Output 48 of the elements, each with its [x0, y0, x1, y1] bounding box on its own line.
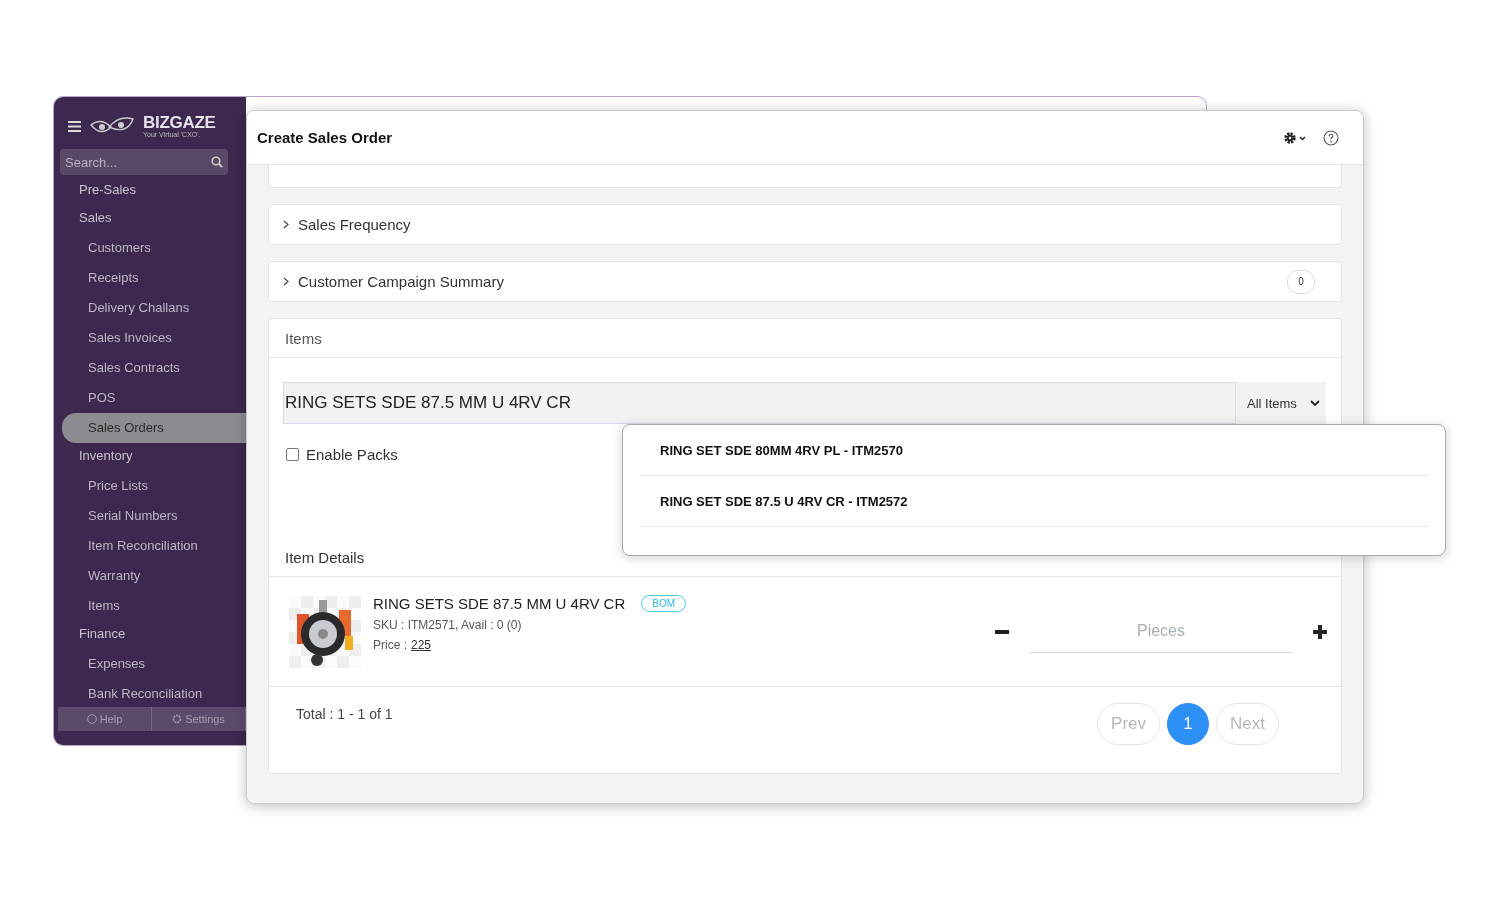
settings-icon[interactable] [1283, 130, 1307, 145]
filter-dropdown[interactable]: All Items [1236, 382, 1326, 424]
dialog-title: Create Sales Order [257, 129, 394, 146]
price-label: Price : [373, 638, 407, 652]
sidebar-item[interactable]: Sales Orders [62, 413, 246, 443]
card-title: Items [269, 319, 1341, 358]
sidebar-item[interactable]: Customers [54, 233, 246, 263]
collapsible-section[interactable]: Sales Frequency [268, 204, 1342, 245]
sidebar-item[interactable]: POS [54, 383, 246, 413]
sidebar-item[interactable]: Items [54, 591, 246, 621]
logo-name: BIZGAZE [143, 114, 216, 131]
sidebar-group[interactable]: Finance [54, 621, 246, 649]
enable-packs-checkbox[interactable]: Enable Packs [286, 446, 398, 463]
caret-icon [1310, 399, 1320, 407]
sidebar-group[interactable]: Inventory [54, 443, 246, 471]
minus-icon[interactable] [995, 629, 1009, 634]
search-icon[interactable] [211, 156, 223, 168]
count-badge: 0 [1287, 269, 1315, 294]
sidebar-item[interactable]: Item Reconciliation [54, 531, 246, 561]
price-link[interactable]: 225 [411, 638, 432, 652]
item-name: RING SETS SDE 87.5 MM U 4RV CR [373, 595, 626, 612]
suggestion-item[interactable]: RING SET SDE 80MM 4RV PL - ITM2570 [640, 425, 1429, 476]
chevron-icon [283, 277, 289, 286]
item-search-field[interactable]: RING SETS SDE 87.5 MM U 4RV CR [283, 382, 1236, 424]
total-count: Total : 1 - 1 of 1 [296, 706, 394, 722]
sidebar-group[interactable]: Sales [54, 205, 246, 233]
sidebar-item[interactable]: Delivery Challans [54, 293, 246, 323]
item-sku: SKU : ITM2571, Avail : 0 (0) [373, 618, 523, 632]
plus-icon[interactable] [1313, 624, 1327, 639]
section-title: Customer Campaign Summary [298, 273, 505, 290]
sidebar-item[interactable]: Warranty [54, 561, 246, 591]
search-input[interactable]: Search... [65, 154, 211, 170]
sidebar-item[interactable]: Expenses [54, 649, 246, 679]
sidebar-item[interactable]: Price Lists [54, 471, 246, 501]
search-field[interactable]: Search... [60, 149, 228, 175]
sidebar-group[interactable]: Pre-Sales [54, 177, 246, 205]
sidebar-item[interactable]: Sales Contracts [54, 353, 246, 383]
sidebar-item[interactable]: Bank Reconciliation [54, 679, 246, 707]
sidebar-item[interactable]: Sales Invoices [54, 323, 246, 353]
section-title: Sales Frequency [298, 216, 412, 233]
gear-icon [172, 714, 183, 724]
sidebar-item[interactable]: Receipts [54, 263, 246, 293]
collapsible-section[interactable]: Customer Campaign Summary 0 [268, 261, 1342, 302]
suggestion-item[interactable]: RING SET SDE 87.5 U 4RV CR - ITM2572 [640, 476, 1429, 527]
sidebar-item[interactable]: Serial Numbers [54, 501, 246, 531]
section-title: Item Details [285, 549, 366, 566]
chevron-icon [283, 220, 289, 229]
menu-icon[interactable] [68, 120, 81, 132]
